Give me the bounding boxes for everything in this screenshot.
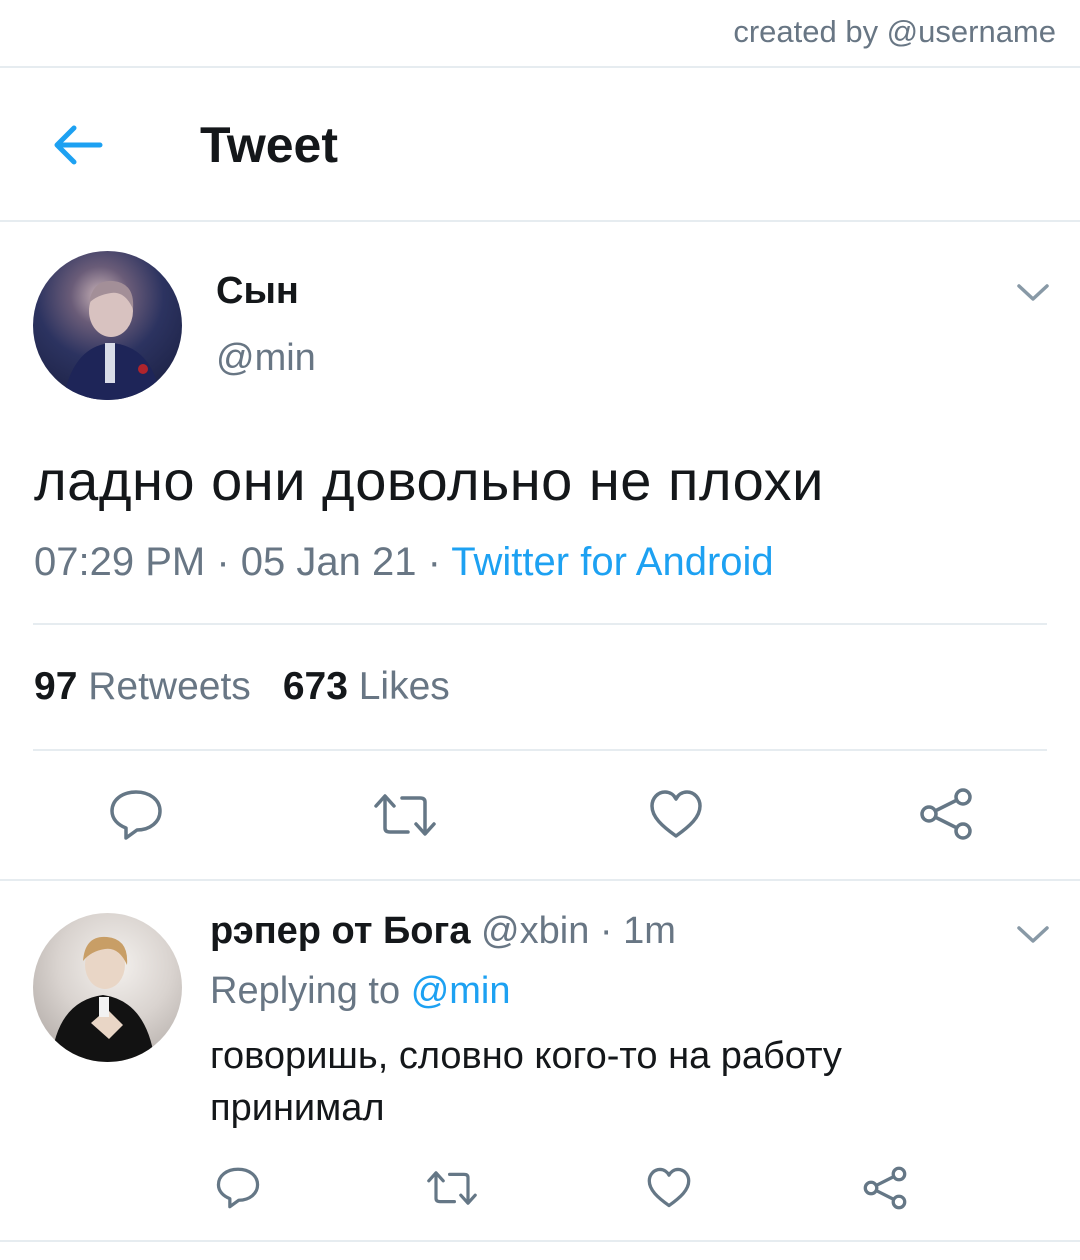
likes-stat[interactable]: 673 Likes — [283, 665, 450, 708]
divider — [0, 1240, 1080, 1242]
divider — [33, 749, 1047, 751]
likes-label: Likes — [358, 665, 450, 708]
retweet-icon[interactable] — [370, 790, 440, 840]
author-handle[interactable]: @min — [216, 337, 316, 380]
chevron-down-icon[interactable] — [1016, 282, 1050, 304]
reply-author-name[interactable]: рэпер от Бога — [210, 910, 470, 952]
retweet-icon[interactable] — [424, 1168, 480, 1208]
reply-separator: · — [589, 910, 624, 952]
replying-label: Replying to — [210, 970, 401, 1012]
reply-icon[interactable] — [108, 788, 164, 842]
replying-to-mention[interactable]: @min — [411, 970, 511, 1012]
retweets-count: 97 — [34, 665, 78, 708]
credit-watermark: created by @username — [733, 14, 1056, 49]
tweet-date: 05 Jan 21 — [240, 540, 417, 584]
retweets-stat[interactable]: 97 Retweets — [34, 665, 251, 708]
tweet-meta: 07:29 PM · 05 Jan 21 · Twitter for Andro… — [34, 540, 774, 585]
reply-text: говоришь, словно кого-то на работу прини… — [210, 1035, 842, 1129]
reply-icon[interactable] — [215, 1166, 261, 1210]
meta-separator: · — [416, 540, 452, 584]
like-icon[interactable] — [646, 1166, 692, 1209]
tweet-time: 07:29 PM — [34, 540, 206, 584]
header-divider — [0, 220, 1080, 222]
retweets-label: Retweets — [88, 665, 251, 708]
likes-count: 673 — [282, 665, 348, 708]
divider — [0, 879, 1080, 881]
reply-author-handle[interactable]: @xbin — [481, 910, 589, 952]
divider — [0, 66, 1080, 68]
like-icon[interactable] — [648, 788, 704, 840]
back-arrow-icon[interactable] — [48, 120, 108, 170]
reply-author-avatar[interactable] — [33, 913, 182, 1062]
avatar-photo — [63, 280, 161, 400]
replying-to-line: Replying to @min — [210, 970, 511, 1013]
author-avatar[interactable] — [33, 251, 182, 400]
meta-separator: · — [205, 540, 241, 584]
reply-time[interactable]: 1m — [623, 910, 676, 952]
tweet-stats: 97 Retweets 673 Likes — [34, 665, 450, 709]
page-title: Tweet — [200, 117, 338, 173]
reply-header: рэпер от Бога @xbin · 1m — [210, 910, 676, 953]
chevron-down-icon[interactable] — [1016, 924, 1050, 946]
share-icon[interactable] — [918, 786, 974, 842]
divider — [33, 623, 1047, 625]
share-icon[interactable] — [862, 1165, 908, 1211]
tweet-source-link[interactable]: Twitter for Android — [451, 540, 773, 584]
author-name[interactable]: Сын — [216, 270, 299, 313]
avatar-photo — [51, 936, 155, 1062]
tweet-text: ладно они довольно не плохи — [34, 449, 824, 512]
